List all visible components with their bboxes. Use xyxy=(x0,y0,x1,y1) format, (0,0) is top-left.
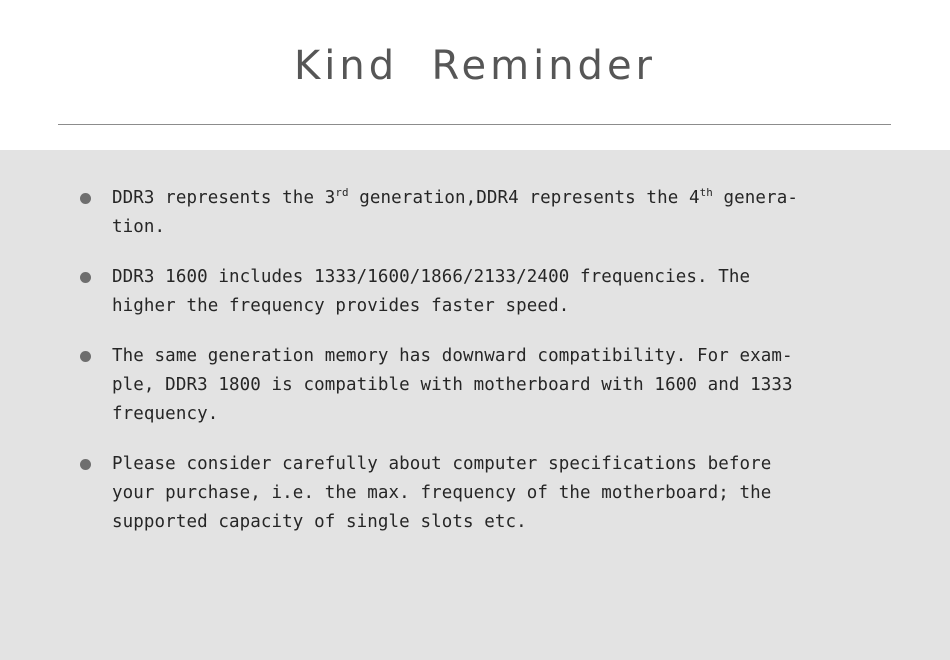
bullet-point-icon xyxy=(80,351,91,362)
list-item: The same generation memory has downward … xyxy=(80,342,906,429)
bullet-point-icon xyxy=(80,272,91,283)
bullet-point-icon xyxy=(80,193,91,204)
list-item-text: DDR3 represents the 3rd generation,DDR4 … xyxy=(112,186,798,237)
list-item-text: The same generation memory has downward … xyxy=(112,346,793,424)
list-item: Please consider carefully about computer… xyxy=(80,450,906,537)
kind-reminder-page: Kind Reminder DDR3 represents the 3rd ge… xyxy=(0,0,950,660)
title-divider xyxy=(58,124,891,125)
list-item-text: DDR3 1600 includes 1333/1600/1866/2133/2… xyxy=(112,267,751,316)
ordinal-suffix: rd xyxy=(335,186,349,200)
bullet-point-icon xyxy=(80,459,91,470)
ordinal-suffix: th xyxy=(699,186,713,200)
reminder-bullet-list: DDR3 represents the 3rd generation,DDR4 … xyxy=(80,184,906,537)
list-item: DDR3 1600 includes 1333/1600/1866/2133/2… xyxy=(80,263,906,321)
list-item-text: Please consider carefully about computer… xyxy=(112,454,772,532)
page-title: Kind Reminder xyxy=(294,43,656,89)
list-item: DDR3 represents the 3rd generation,DDR4 … xyxy=(80,184,906,242)
body-panel: DDR3 represents the 3rd generation,DDR4 … xyxy=(0,150,950,660)
header-section: Kind Reminder xyxy=(0,0,950,150)
